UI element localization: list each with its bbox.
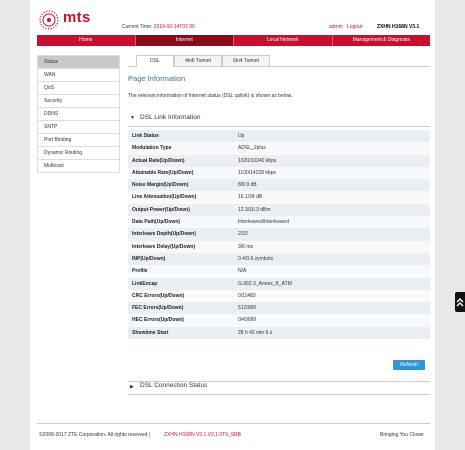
row-label: Line Attenuation(Up/Down) — [132, 194, 197, 201]
sidebar-item-wan[interactable]: WAN — [38, 69, 119, 82]
sidebar-item-ddns[interactable]: DDNS — [38, 108, 119, 121]
brand-logo-text: mts — [63, 9, 91, 26]
row-value: 2/32 — [238, 231, 248, 238]
footer-firmware-link[interactable]: ZXHN H168N V3.1 V3.1.0T9_SRB — [164, 432, 241, 438]
tab-4in6-tunnel[interactable]: 4in6 Tunnel — [174, 55, 222, 66]
row-label: Profile — [132, 268, 148, 275]
row-label: Output Power(Up/Down) — [132, 206, 190, 213]
row-value: N/A — [238, 268, 247, 275]
row-label: Noise Margin(Up/Down) — [132, 182, 189, 189]
row-value: 12.3/16.3 dBm — [238, 206, 271, 213]
table-row: Modulation Type ADSL_2plus — [128, 142, 430, 155]
row-value: 0/43999 — [238, 317, 257, 324]
row-label: Modulation Type — [132, 145, 172, 152]
table-row: Attainable Rate(Up/Down) 1100/14228 kbps — [128, 166, 430, 180]
nav-home[interactable]: Home — [37, 35, 136, 46]
row-label: HEC Errors(Up/Down) — [132, 317, 184, 324]
refresh-button[interactable]: Refresh — [393, 360, 425, 370]
row-label: Interleave Delay(Up/Down) — [132, 243, 196, 250]
row-label: Showtime Start — [132, 329, 169, 336]
row-value: 28 h 42 min 6 s — [238, 329, 273, 336]
section-divider — [128, 126, 430, 127]
row-label: FEC Errors(Up/Down) — [132, 305, 184, 312]
table-row: Data Path(Up/Down) Interleaved/Interleave… — [128, 216, 430, 229]
tab-bar: DSL 4in6 Tunnel 6in4 Tunnel — [128, 55, 430, 67]
page-description: The relevant information of Internet sta… — [128, 93, 293, 99]
table-row: Interleave Depth(Up/Down) 2/32 — [128, 228, 430, 241]
table-row: FEC Errors(Up/Down) 51208/0 — [128, 302, 430, 315]
row-value: 16.1/34 dB — [238, 194, 263, 201]
sidebar: Status WAN QoS Security DDNS SNTP Port B… — [37, 55, 120, 173]
table-row: Actual Rate(Up/Down) 1020/10240 kbps — [128, 154, 430, 167]
sidebar-item-port-binding[interactable]: Port Binding — [38, 134, 119, 147]
logout-link[interactable]: Logout — [347, 24, 362, 30]
double-chevron-up-icon[interactable] — [455, 292, 465, 312]
row-label: LinkEncap — [132, 280, 158, 287]
sidebar-item-multicast[interactable]: Multicast — [38, 160, 119, 173]
page-title: Page Information — [128, 74, 186, 83]
row-label: INP(Up/Down) — [132, 255, 166, 262]
row-label: Interleave Depth(Up/Down) — [132, 231, 196, 238]
nav-internet[interactable]: Internet — [135, 35, 234, 46]
row-value: 1100/14228 kbps — [238, 169, 276, 176]
expand-arrow-icon[interactable]: ▶ — [130, 384, 134, 390]
table-row: LinkEncap G.992.3_Annex_K_ATM — [128, 277, 430, 290]
row-label: CRC Errors(Up/Down) — [132, 292, 185, 299]
collapse-arrow-icon[interactable]: ▼ — [130, 115, 135, 121]
nav-local-network[interactable]: Local Network — [234, 35, 333, 46]
row-value: 0/11483 — [238, 292, 256, 299]
sidebar-item-qos[interactable]: QoS — [38, 82, 119, 95]
current-time: Current Time: 2019-02-14T07:36 — [122, 24, 195, 30]
table-row: Interleave Delay(Up/Down) 3/6 ms — [128, 240, 430, 253]
user-link[interactable]: admin — [329, 24, 343, 30]
section-title-dsl-connection-status[interactable]: DSL Connection Status — [140, 382, 207, 389]
current-time-label: Current Time: — [122, 24, 153, 30]
row-value: 0.4/0.6 symbols — [238, 255, 274, 262]
dsl-info-table: Link Status Up Modulation Type ADSL_2plus Ac… — [128, 130, 430, 340]
sidebar-item-dynamic-routing[interactable]: Dynamic Routing — [38, 147, 119, 160]
row-value: Up — [238, 133, 245, 139]
table-row: Link Status Up — [128, 130, 430, 143]
row-value: 3/6 ms — [238, 243, 254, 250]
row-value: G.992.3_Annex_K_ATM — [238, 280, 292, 287]
sidebar-item-security[interactable]: Security — [38, 95, 119, 108]
table-row: Showtime Start 28 h 42 min 6 s — [128, 326, 430, 340]
section-title-dsl-link-information[interactable]: DSL Link Information — [140, 114, 200, 121]
row-value: 1020/10240 kbps — [238, 157, 277, 164]
page-container: mts Current Time: 2019-02-14T07:36 admin… — [30, 0, 435, 450]
row-value: Interleaved/Interleaved — [238, 219, 289, 226]
mts-logo-icon — [39, 10, 59, 30]
footer-slogan: Bringing You Closer — [380, 432, 424, 438]
current-time-value: 2019-02-14T07:36 — [153, 24, 195, 30]
table-row: INP(Up/Down) 0.4/0.6 symbols — [128, 252, 430, 266]
row-label: Actual Rate(Up/Down) — [132, 157, 185, 164]
main-nav: Home Internet Local Network Management &… — [37, 35, 430, 46]
row-value: 51208/0 — [238, 305, 257, 312]
row-label: Attainable Rate(Up/Down) — [132, 169, 194, 176]
tab-dsl[interactable]: DSL — [136, 55, 174, 67]
table-row: Noise Margin(Up/Down) 8/8.9 dB — [128, 179, 430, 192]
row-value: 8/8.9 dB — [238, 182, 257, 189]
table-row: Line Attenuation(Up/Down) 16.1/34 dB — [128, 191, 430, 204]
table-row: HEC Errors(Up/Down) 0/43999 — [128, 314, 430, 327]
footer-divider — [37, 423, 430, 424]
sidebar-item-sntp[interactable]: SNTP — [38, 121, 119, 134]
table-row: Output Power(Up/Down) 12.3/16.3 dBm — [128, 203, 430, 217]
row-label: Link Status — [132, 133, 159, 139]
row-label: Data Path(Up/Down) — [132, 219, 181, 226]
sidebar-item-status[interactable]: Status — [38, 56, 119, 69]
tab-6in4-tunnel[interactable]: 6in4 Tunnel — [222, 55, 270, 66]
section-divider — [128, 394, 430, 395]
footer-copyright: ©2008-2017 ZTE Corporation. All rights r… — [39, 432, 151, 438]
table-row: CRC Errors(Up/Down) 0/11483 — [128, 289, 430, 303]
nav-management-diagnosis[interactable]: Management & Diagnosis — [333, 35, 431, 46]
row-value: ADSL_2plus — [238, 145, 266, 152]
table-row: Profile N/A — [128, 265, 430, 278]
device-model: ZXHN H168N V3.1 — [377, 24, 420, 30]
